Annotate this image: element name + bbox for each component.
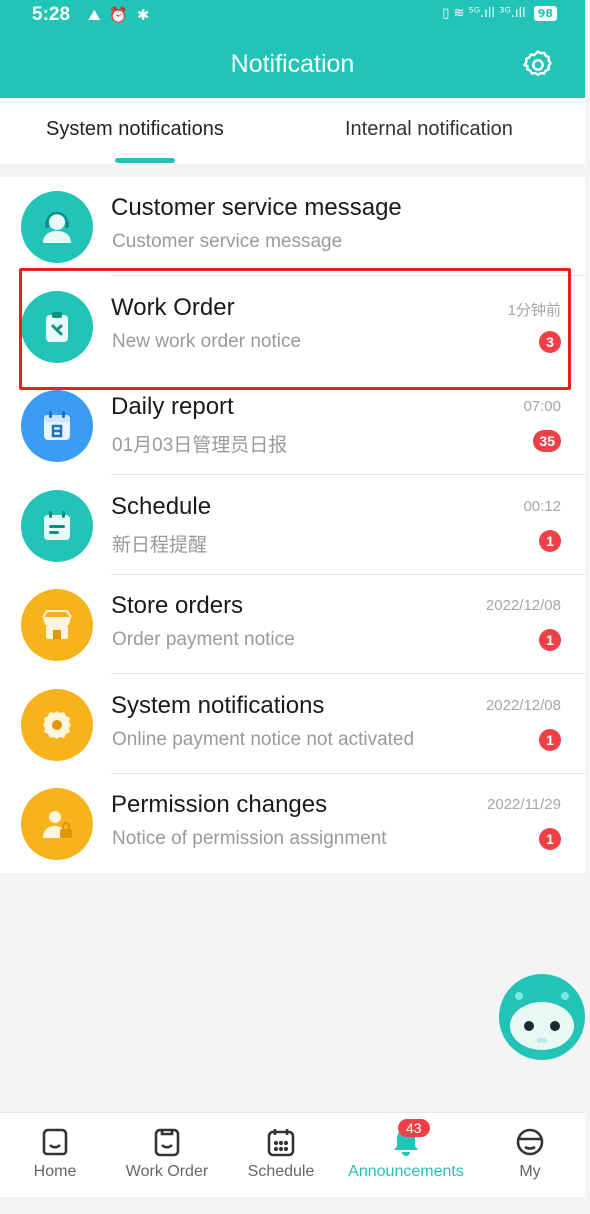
notification-title: Customer service message — [111, 194, 402, 221]
list-item-schedule[interactable]: Schedule 新日程提醒 00:12 1 — [0, 476, 585, 575]
tab-internal-notification[interactable]: Internal notification — [345, 118, 513, 141]
notification-subtitle: Notice of permission assignment — [112, 828, 387, 849]
list-item-work-order[interactable]: Work Order New work order notice 1分钟前 3 — [0, 277, 585, 376]
unread-badge: 3 — [539, 331, 561, 353]
nav-label: Schedule — [247, 1163, 315, 1180]
schedule-icon — [21, 490, 93, 562]
signal-icons: ▯ ≋ ⁵ᴳ.ıll ³ᴳ.ıll — [442, 6, 526, 21]
list-item-system-notifications[interactable]: System notifications Online payment noti… — [0, 675, 585, 774]
nav-label: Work Order — [125, 1163, 209, 1180]
battery-icon: 98 — [533, 6, 557, 21]
notification-title: Work Order — [111, 294, 235, 321]
customer-service-icon — [21, 191, 93, 263]
robot-assistant-icon[interactable] — [497, 972, 587, 1062]
status-bar: 5:28 ⛰ ⏰ ✱ ▯ ≋ ⁵ᴳ.ıll ³ᴳ.ıll 98 — [0, 0, 585, 30]
app-header: Notification — [0, 30, 585, 98]
work-order-icon — [154, 1128, 180, 1157]
notification-subtitle: Order payment notice — [112, 629, 295, 650]
nav-my[interactable]: My — [475, 1125, 585, 1181]
unread-badge: 1 — [539, 629, 561, 651]
list-item-permission-changes[interactable]: Permission changes Notice of permission … — [0, 774, 585, 873]
nav-label: My — [519, 1163, 541, 1180]
unread-badge: 1 — [539, 828, 561, 850]
bottom-navigation: Home Work Order Schedule 43 Announcement… — [0, 1112, 585, 1197]
unread-badge: 1 — [539, 530, 561, 552]
notification-time: 07:00 — [523, 398, 561, 415]
nav-label: Announcements — [348, 1163, 464, 1180]
list-item-store-orders[interactable]: Store orders Order payment notice 2022/1… — [0, 575, 585, 674]
notification-title: Store orders — [111, 592, 244, 619]
notification-subtitle: Online payment notice not activated — [112, 729, 415, 750]
notification-list: Customer service message Customer servic… — [0, 177, 585, 873]
notification-time: 2022/11/29 — [487, 796, 561, 813]
tab-system-notifications[interactable]: System notifications — [46, 118, 224, 141]
nav-work-order[interactable]: Work Order — [112, 1125, 222, 1181]
divider — [111, 275, 585, 276]
notification-time: 2022/12/08 — [485, 597, 561, 614]
nav-schedule[interactable]: Schedule — [226, 1125, 336, 1181]
home-icon — [42, 1128, 68, 1156]
status-right-icons: ▯ ≋ ⁵ᴳ.ıll ³ᴳ.ıll 98 — [442, 6, 557, 21]
page-title: Notification — [230, 50, 355, 78]
notification-time: 2022/12/08 — [485, 697, 561, 714]
store-icon — [21, 589, 93, 661]
notification-subtitle: 01月03日管理员日报 — [112, 435, 288, 456]
clipboard-wrench-icon — [21, 291, 93, 363]
notification-title: System notifications — [111, 692, 325, 719]
divider — [111, 673, 585, 674]
active-tab-indicator — [115, 158, 175, 163]
notification-title: Daily report — [111, 393, 234, 420]
status-time: 5:28 — [32, 4, 71, 25]
nav-label: Home — [33, 1163, 77, 1180]
unread-badge: 35 — [533, 430, 561, 452]
list-item-daily-report[interactable]: Daily report 01月03日管理员日报 07:00 35 — [0, 376, 585, 475]
status-left-icons: ⛰ ⏰ ✱ — [88, 6, 152, 24]
announcements-badge: 43 — [398, 1119, 430, 1137]
notification-subtitle: 新日程提醒 — [112, 535, 208, 556]
notification-subtitle: New work order notice — [112, 331, 302, 352]
notification-subtitle: Customer service message — [112, 231, 343, 252]
unread-badge: 1 — [539, 729, 561, 751]
user-lock-icon — [21, 788, 93, 860]
notification-time: 00:12 — [523, 498, 561, 515]
nav-announcements[interactable]: 43 Announcements — [338, 1119, 474, 1181]
calendar-icon — [267, 1129, 295, 1157]
nav-home[interactable]: Home — [0, 1125, 110, 1181]
divider — [111, 474, 585, 475]
gear-icon — [21, 689, 93, 761]
notification-time: 1分钟前 — [507, 302, 561, 319]
list-item-customer-service[interactable]: Customer service message Customer servic… — [0, 177, 585, 276]
notification-title: Permission changes — [111, 791, 328, 818]
notification-tabs: System notifications Internal notificati… — [0, 98, 585, 164]
notification-title: Schedule — [111, 493, 212, 520]
profile-icon — [516, 1128, 544, 1156]
gear-icon[interactable] — [521, 48, 555, 82]
calendar-report-icon — [21, 390, 93, 462]
